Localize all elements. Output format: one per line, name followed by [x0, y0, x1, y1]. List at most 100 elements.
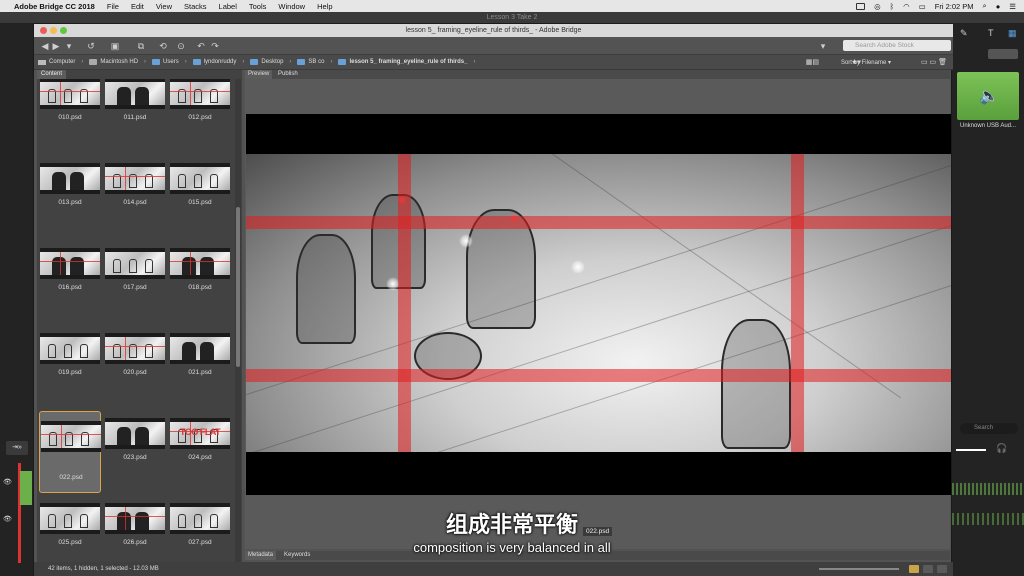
spotlight-icon[interactable]: ⌕ [983, 1, 987, 11]
thumbnail-label: 023.psd [123, 454, 147, 461]
crumb-label: Users [163, 59, 179, 65]
rotate-left-icon[interactable]: ↶ [196, 41, 206, 51]
view-thumbs-button[interactable] [909, 565, 919, 573]
menu-edit[interactable]: Edit [131, 2, 144, 11]
thumbnail-image [170, 163, 230, 194]
crumb-lesson[interactable]: lesson 5_ framing_eyeline_rule of thirds… [338, 59, 467, 65]
thumbnail-image [40, 79, 100, 109]
camera-icon[interactable]: ▣ [110, 41, 120, 51]
menu-tools[interactable]: Tools [249, 2, 267, 11]
new-folder-icon[interactable]: ▭ ▭ 🗑 [921, 58, 947, 66]
thumbnail-item[interactable]: 022.psd [39, 411, 101, 493]
content-scrollbar[interactable] [235, 79, 241, 571]
app-menu[interactable]: Adobe Bridge CC 2018 [14, 2, 95, 11]
crumb-users[interactable]: Users [152, 59, 179, 65]
menu-stacks[interactable]: Stacks [184, 2, 207, 11]
folder-icon [250, 59, 259, 65]
clock[interactable]: Fri 2:02 PM [935, 2, 974, 11]
thumbnail-item[interactable]: 010.psd [39, 79, 101, 133]
thumbnail-item[interactable]: 017.psd [104, 239, 166, 303]
stock-search-input[interactable]: Search Adobe Stock [843, 40, 951, 51]
headphones-icon[interactable]: 🎧 [996, 443, 1007, 454]
type-icon[interactable]: T [988, 28, 994, 38]
view-list-button[interactable] [937, 565, 947, 573]
zoom-button[interactable] [60, 27, 67, 34]
tab-content[interactable]: Content [37, 70, 67, 79]
menu-window[interactable]: Window [278, 2, 305, 11]
thumbnail-size-slider[interactable] [819, 568, 899, 570]
thumbnail-item[interactable]: 013.psd [39, 154, 101, 218]
workspace-dropdown-icon[interactable]: ▾ [818, 41, 828, 51]
window-title: lesson 5_ framing_eyeline_rule of thirds… [405, 27, 582, 34]
boomerang-icon[interactable]: ↺ [86, 41, 96, 51]
thumbnail-label: 019.psd [58, 369, 82, 376]
open-recent-icon[interactable]: ⊙ [176, 41, 186, 51]
crumb-sbco[interactable]: SB co [297, 59, 324, 65]
thumbnail-image: TOO FLAT [170, 418, 230, 449]
right-search[interactable]: Search [960, 423, 1018, 434]
thumbnail-item[interactable]: 016.psd [39, 239, 101, 303]
crumb-user[interactable]: lyndonruddy [192, 59, 236, 65]
thumbnail-item[interactable]: TOO FLAT 024.psd [169, 409, 231, 473]
user-icon[interactable]: ● [996, 2, 1001, 11]
menu-label[interactable]: Label [219, 2, 237, 11]
crumb-hd[interactable]: Macintosh HD [89, 59, 138, 65]
clip-green[interactable] [20, 471, 32, 505]
tool-icon[interactable]: ⇥» [6, 441, 28, 455]
audio-device-button[interactable]: 🔈 [957, 72, 1019, 120]
menu-view[interactable]: View [156, 2, 172, 11]
thumbnail-item[interactable]: 011.psd [104, 79, 166, 133]
preview-image-frame[interactable] [246, 114, 951, 495]
thumbnail-image [40, 163, 100, 194]
thumbnail-item[interactable]: 018.psd [169, 239, 231, 303]
screen-record-icon[interactable] [856, 2, 866, 10]
dropdown-icon[interactable]: ▾ [64, 41, 74, 51]
flag-icon[interactable]: ▭ [919, 2, 926, 11]
back-icon[interactable]: ◀ [40, 41, 50, 51]
scroll-thumb[interactable] [236, 207, 240, 367]
thumbnail-item[interactable]: 019.psd [39, 324, 101, 388]
rotate-icon[interactable]: ⟲ [158, 41, 168, 51]
creative-cloud-icon[interactable]: ◎ [874, 2, 881, 11]
star-filter-icon[interactable]: ★▾ [851, 58, 861, 66]
thumbnail-label: 016.psd [58, 284, 82, 291]
thumbnail-item[interactable]: 020.psd [104, 324, 166, 388]
grid-icon[interactable]: ▦ [1008, 28, 1017, 39]
close-button[interactable] [40, 27, 47, 34]
crumb-computer[interactable]: Computer [38, 59, 75, 65]
thumbnail-label: 021.psd [188, 369, 212, 376]
crumb-desktop[interactable]: Desktop [250, 59, 283, 65]
thumbnail-image [105, 333, 165, 364]
rotate-right-icon[interactable]: ↷ [210, 41, 220, 51]
subtitle-chinese: 组成非常平衡 [445, 512, 578, 537]
thumbnail-item[interactable]: 012.psd [169, 79, 231, 133]
thumbnail-figure [178, 174, 186, 188]
pen-icon[interactable]: ✎ [960, 28, 968, 39]
refine-icon[interactable]: ⧉ [136, 41, 146, 51]
tab-publish[interactable]: Publish [275, 70, 301, 79]
view-grid-icon[interactable]: ▦▤ [806, 58, 819, 66]
folder-icon [192, 59, 201, 65]
menu-help[interactable]: Help [317, 2, 332, 11]
view-toggle[interactable] [988, 49, 1018, 59]
thumbnail-item[interactable]: 021.psd [169, 324, 231, 388]
thumbnail-image [170, 79, 230, 109]
forward-icon[interactable]: ▶ [51, 41, 61, 51]
menu-file[interactable]: File [107, 2, 119, 11]
sort-dropdown[interactable]: Sort by Filename ▾ [841, 59, 891, 66]
thumbnail-guide [125, 167, 126, 190]
thumbnail-item[interactable]: 014.psd [104, 154, 166, 218]
thumbnail-item[interactable]: 015.psd [169, 154, 231, 218]
view-details-button[interactable] [923, 565, 933, 573]
menu-list-icon[interactable]: ☰ [1009, 2, 1016, 11]
thumbnail-image [105, 418, 165, 449]
eye-icon[interactable]: 👁 [3, 478, 12, 486]
wifi-icon[interactable]: ◠ [903, 2, 910, 11]
minimize-button[interactable] [50, 27, 57, 34]
sep-icon: › [242, 59, 245, 65]
tab-preview[interactable]: Preview [245, 70, 273, 79]
bluetooth-icon[interactable]: ᛒ [890, 2, 895, 11]
thumbnail-label: 013.psd [58, 199, 82, 206]
thumbnail-label: 015.psd [188, 199, 212, 206]
thumbnail-item[interactable]: 023.psd [104, 409, 166, 473]
